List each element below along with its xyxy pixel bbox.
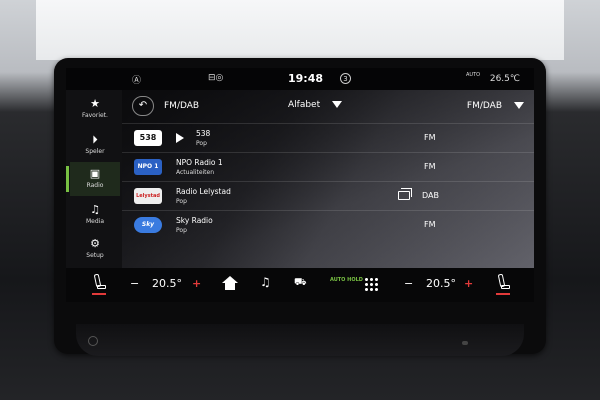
chevron-down-icon	[514, 102, 524, 109]
play-circle-icon: ⏵	[92, 133, 98, 146]
station-name: Radio Lelystad	[176, 187, 231, 196]
temp-right-value: 20.5°	[426, 277, 456, 290]
temp-left-value: 20.5°	[152, 277, 182, 290]
connectivity-icon: ⊟◎	[208, 73, 224, 83]
station-logo: Sky	[134, 217, 162, 233]
seat-heating-right-icon[interactable]	[496, 273, 510, 295]
sidebar-item-label: Speler	[85, 148, 105, 155]
temp-left-increase-button[interactable]: +	[192, 277, 201, 290]
band-filter-dropdown[interactable]: FM/DAB	[467, 101, 524, 111]
vehicle-settings-icon[interactable]: ⛟	[294, 277, 307, 290]
sidebar-item-radio[interactable]: ▣ Radio	[66, 162, 120, 196]
source-title: FM/DAB	[164, 101, 200, 111]
notification-count-badge[interactable]: 3	[340, 73, 351, 84]
infotainment-screen: Ⓐ ⊟◎ 19:48 3 AUTO 26.5℃ ★ Favoriet. ⏵ Sp…	[66, 68, 534, 302]
dab-icon	[398, 188, 412, 200]
status-bar: Ⓐ ⊟◎ 19:48 3 AUTO 26.5℃	[66, 68, 534, 90]
station-name: 538	[196, 129, 211, 138]
star-icon: ★	[90, 97, 100, 110]
station-logo: Lelystad	[134, 188, 162, 204]
station-band: FM	[424, 162, 436, 171]
hardware-button[interactable]	[88, 336, 98, 346]
photo-background-wall	[36, 0, 564, 60]
band-filter-label: FM/DAB	[466, 101, 502, 111]
station-row[interactable]: 538 538 Pop FM	[122, 123, 534, 152]
climate-bar: − 20.5° + ♫ ⛟ AUTO HOLD − 20.5° +	[66, 268, 534, 302]
chevron-down-icon	[332, 101, 343, 108]
play-icon	[176, 133, 184, 143]
station-row[interactable]: NPO 1 NPO Radio 1 Actualiteiten FM	[122, 152, 534, 181]
station-logo: NPO 1	[134, 159, 162, 175]
station-row[interactable]: Lelystad Radio Lelystad Pop DAB	[122, 181, 534, 210]
assist-icon: Ⓐ	[132, 76, 142, 86]
station-band: FM	[424, 220, 436, 229]
sidebar-item-player[interactable]: ⏵ Speler	[70, 128, 120, 162]
clock: 19:48	[288, 72, 324, 85]
station-band: DAB	[422, 191, 439, 200]
sort-dropdown-label: Alfabet	[288, 100, 321, 110]
gear-icon: ⚙	[90, 237, 100, 250]
outside-temperature: 26.5℃	[489, 74, 520, 84]
seat-heating-left-icon[interactable]	[92, 273, 106, 295]
app-grid-icon[interactable]	[364, 277, 378, 291]
sidebar-item-label: Favoriet.	[82, 112, 108, 119]
sidebar-item-setup[interactable]: ⚙ Setup	[70, 232, 120, 266]
station-genre: Pop	[176, 198, 187, 205]
climate-auto-indicator: AUTO	[466, 72, 481, 78]
station-row[interactable]: Sky Sky Radio Pop FM	[122, 210, 534, 239]
radio-icon: ▣	[89, 167, 101, 180]
station-genre: Pop	[176, 227, 187, 234]
station-logo: 538	[134, 130, 162, 146]
home-icon[interactable]	[222, 276, 238, 290]
display-bezel-bottom	[76, 324, 524, 356]
back-arrow-icon: ↶	[138, 100, 148, 111]
radio-station-list: ↶ FM/DAB Alfabet FM/DAB 538 538 Pop FM N…	[122, 90, 534, 268]
sidebar-item-label: Radio	[86, 182, 104, 189]
hardware-indicator	[462, 341, 468, 345]
temp-right-decrease-button[interactable]: −	[404, 277, 413, 290]
sort-dropdown[interactable]: Alfabet	[288, 100, 343, 110]
sidebar-item-label: Setup	[86, 252, 104, 259]
station-name: NPO Radio 1	[176, 158, 223, 167]
temp-left-decrease-button[interactable]: −	[130, 277, 139, 290]
list-header: ↶ FM/DAB Alfabet FM/DAB	[122, 90, 534, 122]
music-note-icon: ♫	[90, 203, 100, 216]
sidebar: ★ Favoriet. ⏵ Speler ▣ Radio ♫ Media ⚙ S…	[66, 90, 122, 268]
music-note-icon[interactable]: ♫	[260, 275, 271, 289]
back-button[interactable]: ↶	[132, 96, 154, 116]
station-genre: Pop	[196, 140, 207, 147]
station-genre: Actualiteiten	[176, 169, 215, 176]
sidebar-item-media[interactable]: ♫ Media	[70, 198, 120, 232]
auto-hold-button[interactable]: AUTO HOLD	[330, 277, 363, 283]
sidebar-item-label: Media	[85, 218, 105, 225]
station-band: FM	[424, 133, 436, 142]
station-name: Sky Radio	[176, 216, 213, 225]
temp-right-increase-button[interactable]: +	[464, 277, 473, 290]
sidebar-item-favorites[interactable]: ★ Favoriet.	[70, 92, 120, 126]
